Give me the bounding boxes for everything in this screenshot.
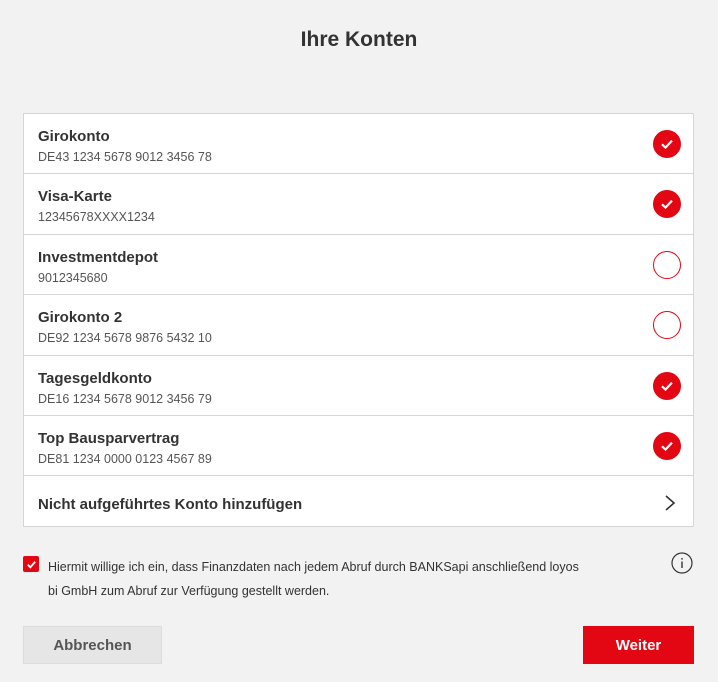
account-row[interactable]: Top Bausparvertrag DE81 1234 0000 0123 45… [24, 416, 693, 477]
info-icon[interactable] [671, 552, 693, 574]
account-row[interactable]: Girokonto 2 DE92 1234 5678 9876 5432 10 [24, 295, 693, 356]
consent-section: Hiermit willige ich ein, dass Finanzdate… [23, 552, 694, 599]
selected-check-icon[interactable] [653, 371, 681, 400]
account-name: Girokonto [38, 128, 110, 145]
account-iban: 9012345680 [38, 270, 108, 285]
account-row[interactable]: Tagesgeldkonto DE16 1234 5678 9012 3456 7… [24, 356, 693, 416]
account-name: Investmentdepot [38, 248, 159, 266]
account-iban: DE16 1234 5678 9012 3456 79 [38, 391, 212, 406]
account-row[interactable]: Investmentdepot 9012345680 [24, 235, 693, 296]
account-row[interactable]: Visa-Karte 12345678XXXX1234 [24, 174, 693, 235]
unselected-circle-icon[interactable] [653, 311, 681, 340]
checkmark-icon [26, 560, 36, 569]
cancel-button[interactable]: Abbrechen [23, 626, 162, 664]
account-row[interactable]: Girokonto DE43 1234 5678 9012 3456 78 [24, 114, 693, 175]
consent-text: Hiermit willige ich ein, dass Finanzdate… [48, 560, 579, 598]
account-iban: DE81 1234 0000 0123 4567 89 [38, 451, 212, 466]
page-title: Ihre Konten [300, 28, 418, 51]
chevron-right-icon [665, 495, 676, 511]
add-account-label: Nicht aufgeführtes Konto hinzufügen [38, 496, 303, 514]
account-iban: 12345678XXXX1234 [38, 210, 155, 225]
account-name: Tagesgeldkonto [38, 369, 152, 387]
selected-check-icon[interactable] [653, 130, 681, 158]
account-name: Girokonto 2 [38, 309, 123, 327]
account-selection-dialog: Ihre Konten Girokonto DE43 1234 5678 9012… [0, 0, 718, 682]
consent-checkbox[interactable] [23, 556, 39, 572]
selected-check-icon[interactable] [653, 431, 681, 460]
account-iban: DE43 1234 5678 9012 3456 78 [38, 150, 212, 164]
account-list: Girokonto DE43 1234 5678 9012 3456 78 Visa… [23, 113, 694, 528]
add-account-row[interactable]: Nicht aufgeführtes Konto hinzufügen [24, 476, 693, 526]
account-iban: DE92 1234 5678 9876 5432 10 [38, 331, 212, 346]
unselected-circle-icon[interactable] [653, 250, 681, 279]
account-name: Visa-Karte [38, 188, 112, 206]
next-button[interactable]: Weiter [583, 626, 694, 664]
account-name: Top Bausparvertrag [38, 429, 180, 447]
